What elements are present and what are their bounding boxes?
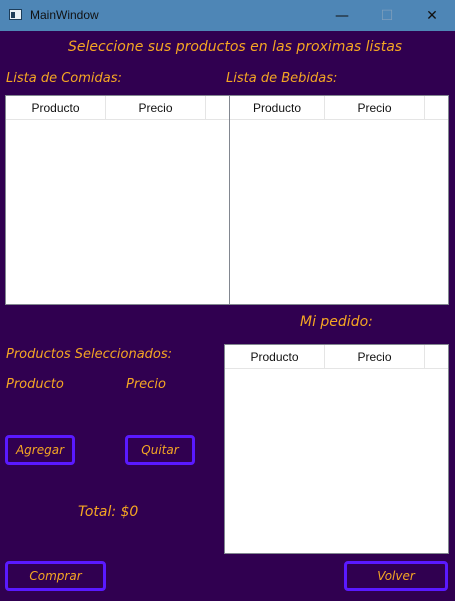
agregar-button[interactable]: Agregar <box>5 435 75 465</box>
bebidas-list-label: Lista de Bebidas: <box>226 71 338 86</box>
comidas-list-header: Producto Precio <box>6 96 229 120</box>
pedido-list-header: Producto Precio <box>225 345 448 369</box>
minimize-button[interactable]: — <box>319 0 365 31</box>
comidas-list[interactable]: Producto Precio <box>5 95 230 305</box>
title-bar[interactable]: MainWindow — ☐ ✕ <box>0 0 455 31</box>
main-panel: Seleccione sus productos en las proximas… <box>0 31 455 601</box>
close-button[interactable]: ✕ <box>409 0 455 31</box>
column-header-precio[interactable]: Precio <box>325 96 425 119</box>
volver-button[interactable]: Volver <box>344 561 448 591</box>
pedido-list[interactable]: Producto Precio <box>224 344 449 554</box>
pedido-label: Mi pedido: <box>300 314 373 330</box>
column-header-producto[interactable]: Producto <box>230 96 325 119</box>
bebidas-list-header: Producto Precio <box>230 96 448 120</box>
page-prompt: Seleccione sus productos en las proximas… <box>68 39 403 55</box>
window-title: MainWindow <box>30 8 99 22</box>
app-icon <box>9 9 22 20</box>
comidas-list-label: Lista de Comidas: <box>6 71 122 86</box>
column-header-producto[interactable]: Producto <box>6 96 106 119</box>
column-header-producto[interactable]: Producto <box>225 345 325 368</box>
bebidas-list[interactable]: Producto Precio <box>229 95 449 305</box>
total-label: Total: $0 <box>78 504 139 520</box>
comprar-button[interactable]: Comprar <box>5 561 106 591</box>
column-header-precio[interactable]: Precio <box>106 96 206 119</box>
quitar-button[interactable]: Quitar <box>125 435 195 465</box>
selected-precio-label: Precio <box>126 377 166 392</box>
selected-products-label: Productos Seleccionados: <box>6 347 173 362</box>
selected-producto-label: Producto <box>6 377 64 392</box>
column-header-precio[interactable]: Precio <box>325 345 425 368</box>
maximize-button[interactable]: ☐ <box>364 0 410 31</box>
